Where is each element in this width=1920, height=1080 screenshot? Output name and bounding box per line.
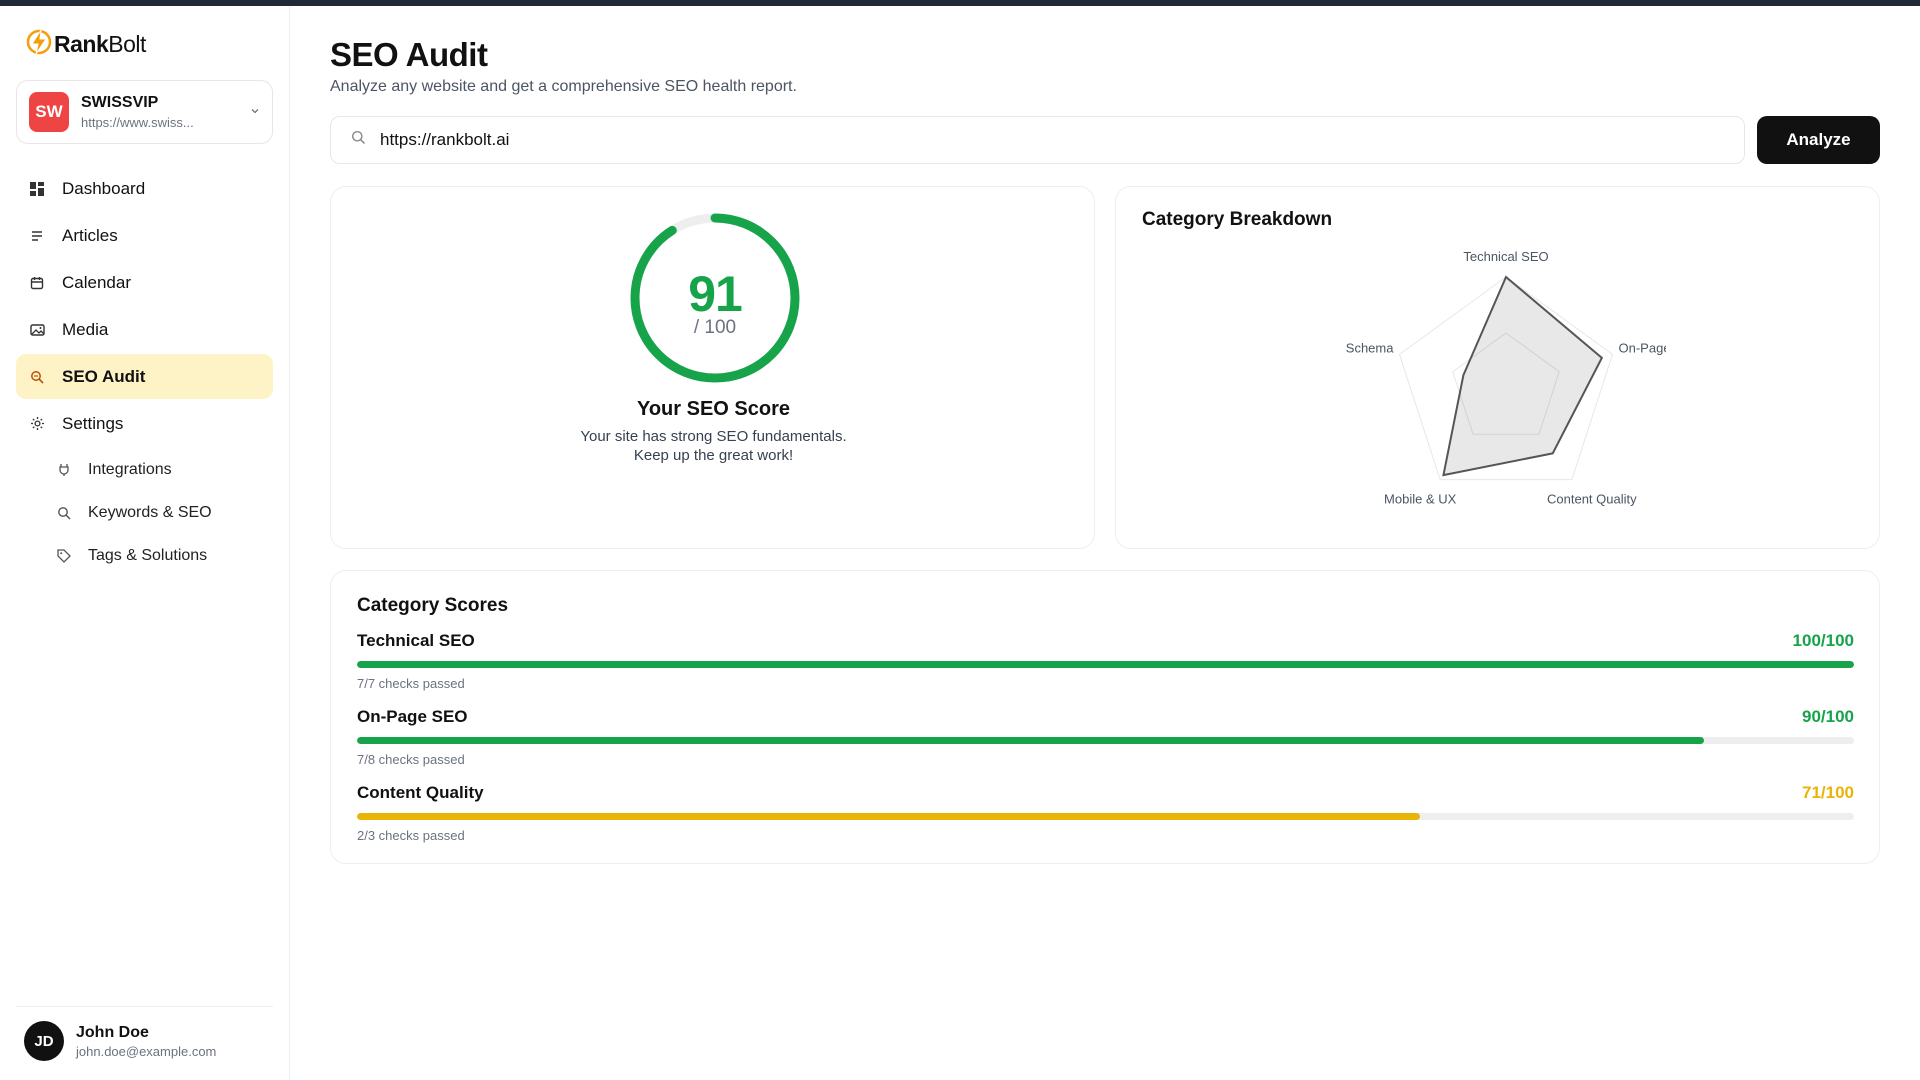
nav-label: Calendar <box>62 272 131 292</box>
row-checks: 7/8 checks passed <box>357 752 465 767</box>
category-scores-card: Category Scores Technical SEO 100/100 7/… <box>330 570 1880 864</box>
user-profile[interactable]: JD John Doe john.doe@example.com <box>16 1006 273 1061</box>
row-name: On-Page SEO <box>357 707 468 726</box>
row-name: Content Quality <box>357 783 484 802</box>
nav-label: Media <box>62 319 109 339</box>
radar-series-polygon <box>1442 275 1604 477</box>
url-input[interactable] <box>380 130 1680 150</box>
row-score: 100/100 <box>1792 631 1854 650</box>
workspace-avatar: SW <box>29 92 69 132</box>
plug-icon <box>56 462 72 478</box>
nav-item-settings[interactable]: Settings <box>16 401 273 446</box>
nav-item-dashboard[interactable]: Dashboard <box>16 166 273 211</box>
seo-score-card: 91 / 100 Your SEO Score Your site has st… <box>330 186 1095 549</box>
workspace-switcher[interactable]: SW SWISSVIP https://www.swiss... <box>16 80 273 144</box>
user-name: John Doe <box>76 1023 149 1041</box>
sidebar: RankBolt SW SWISSVIP https://www.swiss..… <box>0 6 290 1080</box>
page-subtitle: Analyze any website and get a comprehens… <box>330 78 797 95</box>
row-score: 71/100 <box>1802 783 1854 802</box>
progress-track <box>357 813 1854 820</box>
search-icon <box>56 505 72 521</box>
dashboard-icon <box>28 180 46 198</box>
radar-axis-label: Technical SEO <box>1463 249 1548 264</box>
progress-track <box>357 661 1854 668</box>
radar-axis-label: On-Page S <box>1619 340 1666 355</box>
search-icon <box>351 130 366 150</box>
nav-subitem-integrations[interactable]: Integrations <box>16 448 273 491</box>
radar-axis-label: Mobile & UX <box>1384 492 1457 507</box>
score-title: Your SEO Score <box>636 398 790 420</box>
score-description: Your site has strong SEO fundamentals. K… <box>580 428 847 464</box>
tag-icon <box>56 548 72 564</box>
progress-fill <box>357 737 1705 744</box>
score-row-technical-seo: Technical SEO 100/100 7/7 checks passed <box>357 631 1854 691</box>
row-score: 90/100 <box>1802 707 1854 726</box>
nav-item-calendar[interactable]: Calendar <box>16 260 273 305</box>
category-breakdown-card: Category Breakdown Technical SEO On-Page … <box>1115 186 1880 549</box>
row-checks: 7/7 checks passed <box>357 676 465 691</box>
page-title: SEO Audit <box>330 36 488 73</box>
url-search-bar[interactable] <box>330 116 1745 164</box>
score-max: / 100 <box>693 317 737 338</box>
row-name: Technical SEO <box>357 631 475 650</box>
bolt-logo-icon <box>26 28 52 61</box>
seo-audit-icon <box>28 368 46 386</box>
breakdown-title: Category Breakdown <box>1142 209 1333 230</box>
progress-fill <box>357 813 1420 820</box>
nav-label: Settings <box>62 413 124 433</box>
score-value: 91 <box>688 266 743 322</box>
radar-chart: Technical SEO On-Page S Content Quality Mob… <box>1346 249 1666 507</box>
chevron-down-icon <box>250 105 260 119</box>
nav-label: Tags & Solutions <box>88 546 208 564</box>
nav-label: Dashboard <box>62 178 146 198</box>
app-logo[interactable]: RankBolt <box>26 28 146 61</box>
articles-icon <box>28 227 46 245</box>
calendar-icon <box>28 274 46 292</box>
nav-label: SEO Audit <box>62 366 146 386</box>
media-icon <box>28 321 46 339</box>
main-nav: Dashboard Articles Calendar Media SEO Au… <box>16 166 273 577</box>
user-avatar: JD <box>24 1021 64 1061</box>
workspace-name: SWISSVIP <box>81 94 159 111</box>
category-scores-title: Category Scores <box>357 595 509 616</box>
row-checks: 2/3 checks passed <box>357 828 465 843</box>
nav-label: Articles <box>62 225 118 245</box>
nav-subitem-keywords-seo[interactable]: Keywords & SEO <box>16 491 273 534</box>
nav-label: Keywords & SEO <box>88 503 212 521</box>
nav-item-articles[interactable]: Articles <box>16 213 273 258</box>
radar-axis-label: ıl & Schema <box>1346 340 1394 355</box>
progress-fill <box>357 661 1854 668</box>
nav-item-media[interactable]: Media <box>16 307 273 352</box>
nav-label: Integrations <box>88 460 172 478</box>
analyze-button[interactable]: Analyze <box>1757 116 1880 164</box>
radar-axis-label: Content Quality <box>1547 492 1637 507</box>
nav-subitem-tags-solutions[interactable]: Tags & Solutions <box>16 534 273 577</box>
user-email: john.doe@example.com <box>76 1043 217 1059</box>
score-row-on-page-seo: On-Page SEO 90/100 7/8 checks passed <box>357 707 1854 767</box>
settings-icon <box>28 415 46 433</box>
nav-item-seo-audit[interactable]: SEO Audit <box>16 354 273 399</box>
score-row-content-quality: Content Quality 71/100 2/3 checks passed <box>357 783 1854 843</box>
workspace-url: https://www.swiss... <box>81 115 194 130</box>
progress-track <box>357 737 1854 744</box>
app-name: RankBolt <box>54 31 146 57</box>
